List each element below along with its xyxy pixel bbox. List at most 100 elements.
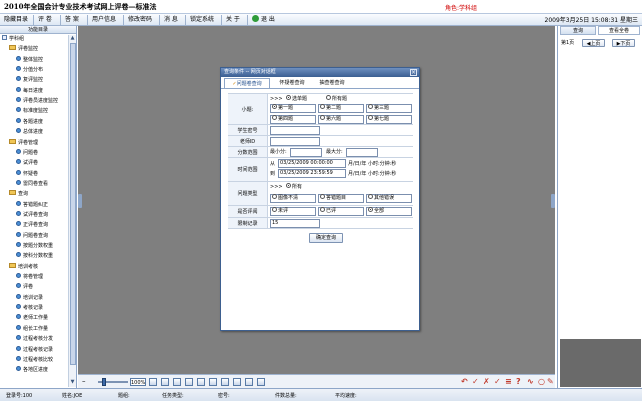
tree-item[interactable]: 标准度监控: [16, 107, 48, 116]
tree-item[interactable]: 怀疑卷: [16, 169, 38, 179]
tab-sample-paper-query[interactable]: 抽查卷查询: [313, 78, 351, 88]
tree-item[interactable]: 试评卷: [16, 159, 38, 168]
tree-item[interactable]: 总体进度: [16, 128, 43, 137]
mark-cross-icon[interactable]: ✗: [483, 377, 490, 386]
option-review-all[interactable]: 全部: [366, 207, 412, 216]
tree-item[interactable]: 过程考核记录: [16, 345, 53, 355]
scroll-down-icon[interactable]: ▼: [69, 379, 76, 386]
tree-item[interactable]: 问题卷: [16, 148, 38, 158]
option-problem-image-unclear[interactable]: 图像不清: [270, 194, 316, 203]
mark-wave-icon[interactable]: ∿: [527, 377, 534, 386]
mark-undo-icon[interactable]: ↶: [461, 377, 468, 386]
teacher-id-input[interactable]: [270, 137, 320, 146]
left-splitter-handle[interactable]: [78, 194, 82, 208]
tree-item[interactable]: 过程考核比较: [16, 355, 53, 365]
menu-messages[interactable]: 消 息: [160, 15, 186, 25]
tab-problem-paper-query[interactable]: ✓问题卷查询: [224, 78, 270, 88]
tree-item[interactable]: 考核记录: [16, 304, 43, 313]
left-panel-scrollbar[interactable]: ▲ ▼: [68, 35, 76, 387]
option-question-7[interactable]: 第七题: [366, 115, 412, 124]
tree-item[interactable]: 各题进度: [16, 117, 43, 127]
option-review-reviewed[interactable]: 已评: [318, 207, 364, 216]
tree-item[interactable]: 整体监控: [16, 55, 43, 65]
tree-item[interactable]: 各地区进度: [16, 366, 48, 375]
tree-item[interactable]: 组长工作量: [16, 324, 48, 334]
tree-item[interactable]: 按科分数权重: [16, 252, 53, 261]
menu-lock-system[interactable]: 锁定系统: [186, 15, 222, 25]
tree-item[interactable]: 培训记录: [16, 293, 43, 303]
student-id-input[interactable]: [270, 126, 320, 135]
option-question-2[interactable]: 第二题: [318, 104, 364, 113]
tree-item[interactable]: 试评卷查询: [16, 210, 48, 220]
zoom-out-icon[interactable]: –: [82, 377, 94, 385]
tree-item[interactable]: 评卷监控: [9, 45, 38, 54]
tree-item[interactable]: 查询: [9, 190, 28, 199]
tree-item[interactable]: 评卷员进度监控: [16, 97, 58, 106]
score-min-input[interactable]: [290, 148, 322, 157]
zoom-slider-handle[interactable]: [102, 378, 106, 386]
tab-query[interactable]: 查询: [560, 26, 596, 35]
option-question-6[interactable]: 第六题: [318, 115, 364, 124]
mark-question-icon[interactable]: ?: [516, 377, 521, 386]
tree-item[interactable]: 答错题纠正: [16, 200, 48, 210]
menu-hide-directory[interactable]: 隐藏目录: [0, 15, 34, 25]
tree-item[interactable]: 按题分数权重: [16, 242, 53, 251]
score-max-input[interactable]: [346, 148, 378, 157]
time-from-input[interactable]: 03/25/2009 00:00:00: [278, 159, 346, 168]
rotate-left-icon[interactable]: [197, 378, 205, 386]
menu-about[interactable]: 关 于: [222, 15, 248, 25]
tree-item[interactable]: 雷同卷查看: [16, 179, 48, 189]
tab-view-full-paper[interactable]: 查看全卷: [598, 26, 640, 35]
menu-change-password[interactable]: 修改密码: [124, 15, 160, 25]
option-question-4[interactable]: 第四题: [270, 115, 316, 124]
flip-icon[interactable]: [221, 378, 229, 386]
tree-item[interactable]: 老师工作量: [16, 314, 48, 323]
radio-all-questions[interactable]: 所有题: [326, 95, 347, 103]
record-limit-input[interactable]: 15: [270, 219, 320, 228]
tree-item[interactable]: 复评监控: [16, 76, 43, 85]
mark-check-icon[interactable]: ✓: [472, 377, 479, 386]
tree-item[interactable]: 每日进度: [16, 86, 43, 96]
fit-width-icon[interactable]: [149, 378, 157, 386]
radio-single-question[interactable]: 选单题: [286, 95, 307, 103]
prev-page-button[interactable]: ◀上页: [582, 39, 605, 47]
zoom-reset-icon[interactable]: [185, 378, 193, 386]
radio-problem-all[interactable]: 所有: [286, 183, 302, 191]
option-problem-other-error[interactable]: 其他错误: [366, 194, 412, 203]
dialog-close-icon[interactable]: ×: [410, 69, 417, 76]
confirm-query-button[interactable]: 确定查询: [309, 233, 343, 243]
scroll-thumb[interactable]: [70, 43, 76, 365]
menu-grade[interactable]: 评 卷: [34, 15, 61, 25]
rotate-right-icon[interactable]: [209, 378, 217, 386]
menu-answer[interactable]: 答 案: [61, 15, 88, 25]
dialog-title-bar[interactable]: 查询条件 -- 网页对话框: [221, 68, 419, 77]
tab-suspect-paper-query[interactable]: 怀疑卷查询: [273, 78, 311, 88]
tree-item[interactable]: 过程考核分发: [16, 335, 53, 344]
zoom-in-icon[interactable]: [173, 378, 181, 386]
pen-icon[interactable]: ✎: [547, 377, 554, 386]
mark-circle-icon[interactable]: ○: [538, 377, 545, 386]
tree-item[interactable]: 分值分布: [16, 66, 43, 75]
scroll-up-icon[interactable]: ▲: [69, 35, 76, 42]
mark-underline-icon[interactable]: ≡: [505, 377, 512, 386]
menu-exit[interactable]: 退 出: [248, 15, 278, 25]
tree-item[interactable]: 问题卷查询: [16, 231, 48, 241]
tree-item[interactable]: 培训考核: [9, 262, 38, 272]
paper-preview[interactable]: [560, 339, 641, 387]
fit-height-icon[interactable]: [161, 378, 169, 386]
option-problem-wrong-question[interactable]: 答错题目: [318, 194, 364, 203]
tree-item[interactable]: 正评卷查询: [16, 221, 48, 230]
next-page-button[interactable]: ▶下页: [612, 39, 635, 47]
right-splitter-handle[interactable]: [551, 194, 555, 208]
tree-item[interactable]: 评卷: [16, 283, 33, 292]
option-question-3[interactable]: 第三题: [366, 104, 412, 113]
tree-item[interactable]: 学科组: [2, 35, 24, 44]
time-to-input[interactable]: 03/25/2009 23:59:59: [278, 169, 346, 178]
menu-user-info[interactable]: 用户信息: [88, 15, 124, 25]
tree-item[interactable]: 评卷管理: [9, 138, 38, 148]
tree-item[interactable]: 将卷管理: [16, 273, 43, 282]
crop-icon[interactable]: [233, 378, 241, 386]
option-question-1[interactable]: 第一题: [270, 104, 316, 113]
save-image-icon[interactable]: [245, 378, 253, 386]
print-icon[interactable]: [257, 378, 265, 386]
